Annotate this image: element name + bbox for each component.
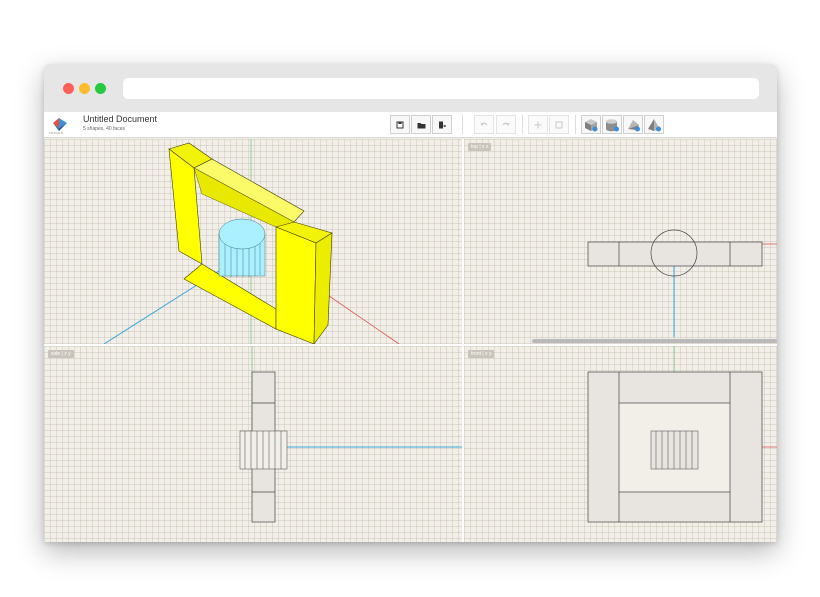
add-prism-icon xyxy=(628,119,640,131)
app-logo-text: TRIGUS xyxy=(49,131,64,135)
toolbar-divider xyxy=(462,115,463,134)
export-button[interactable] xyxy=(432,115,452,134)
add-box-icon xyxy=(585,118,598,131)
save-icon xyxy=(396,121,404,128)
app-window: TRIGUS Untitled Document 5 shapes, 40 fa… xyxy=(44,64,777,542)
export-icon xyxy=(439,121,446,128)
add-box-button[interactable] xyxy=(581,115,601,134)
viewport-top[interactable]: top | x z xyxy=(464,139,777,344)
address-bar[interactable] xyxy=(123,78,759,99)
scrollbar-horizontal[interactable] xyxy=(532,339,777,343)
toolbar-divider xyxy=(522,115,523,134)
add-cylinder-icon xyxy=(606,118,619,131)
top-scene xyxy=(587,229,777,337)
toolbar-divider xyxy=(575,115,576,134)
side-scene xyxy=(239,346,462,523)
save-button[interactable] xyxy=(390,115,410,134)
viewport-front[interactable]: front | x y xyxy=(464,346,777,542)
add-pyramid-icon xyxy=(648,118,661,131)
browser-chrome xyxy=(44,64,777,112)
select-box-icon xyxy=(555,121,563,128)
undo-button[interactable] xyxy=(474,115,494,134)
maximize-window-button[interactable] xyxy=(95,83,106,94)
move-icon xyxy=(534,121,542,128)
add-prism-button[interactable] xyxy=(623,115,643,134)
minimize-window-button[interactable] xyxy=(79,83,90,94)
viewport-side[interactable]: side | z y xyxy=(44,346,462,542)
close-window-button[interactable] xyxy=(63,83,74,94)
front-scene xyxy=(587,346,777,523)
redo-icon xyxy=(502,122,510,126)
perspective-scene xyxy=(103,139,400,344)
undo-icon xyxy=(480,122,488,126)
add-pyramid-button[interactable] xyxy=(644,115,664,134)
open-folder-icon xyxy=(417,122,425,128)
document-stats: 5 shapes, 40 faces xyxy=(83,126,125,132)
move-button[interactable] xyxy=(528,115,548,134)
redo-button[interactable] xyxy=(496,115,516,134)
document-title[interactable]: Untitled Document xyxy=(83,114,157,124)
app-toolbar: TRIGUS Untitled Document 5 shapes, 40 fa… xyxy=(44,112,777,138)
open-button[interactable] xyxy=(411,115,431,134)
viewport-perspective[interactable] xyxy=(44,139,462,344)
add-cylinder-button[interactable] xyxy=(602,115,622,134)
select-box-button[interactable] xyxy=(549,115,569,134)
